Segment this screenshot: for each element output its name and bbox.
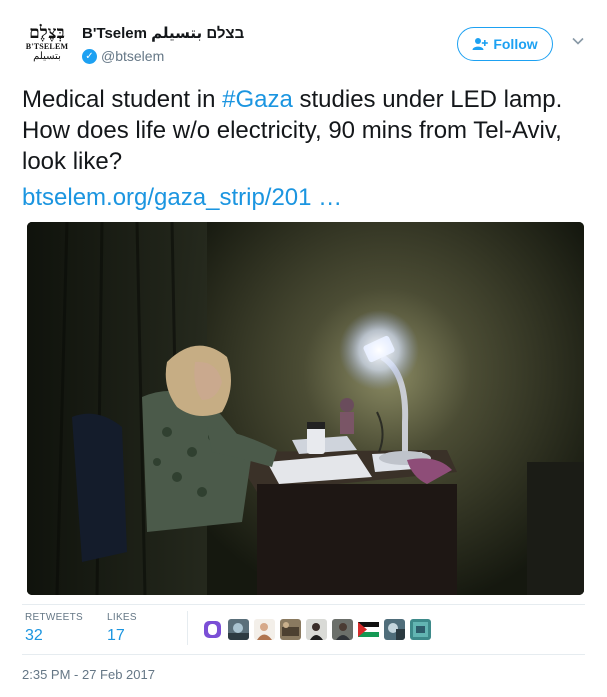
liker-avatar[interactable] — [410, 619, 431, 640]
follow-label: Follow — [493, 36, 538, 52]
divider-bottom — [22, 654, 585, 655]
display-name[interactable]: B'Tselem בצלם بتسيلم — [82, 24, 244, 42]
avatar-arabic-text: بتسيلم — [33, 50, 61, 62]
divider-top — [22, 604, 585, 605]
tweet-card: בְּצֶלֶם B'TSELEM بتسيلم B'Tselem בצלם ب… — [0, 0, 607, 697]
likes-stat[interactable]: LIKES 17 — [107, 612, 137, 645]
follow-button[interactable]: Follow — [457, 27, 553, 61]
likes-label: LIKES — [107, 612, 137, 623]
liker-avatar[interactable] — [280, 619, 301, 640]
liker-avatar[interactable] — [254, 619, 275, 640]
handle-row[interactable]: ✓ @btselem — [82, 48, 164, 64]
liker-avatar[interactable] — [384, 619, 405, 640]
handle: @btselem — [101, 48, 165, 64]
avatar-hebrew-text: בְּצֶלֶם — [29, 22, 65, 43]
avatar-english-text: B'TSELEM — [25, 41, 69, 51]
liker-avatar[interactable] — [306, 619, 327, 640]
chevron-down-icon[interactable] — [570, 34, 586, 50]
verified-badge-icon: ✓ — [82, 48, 97, 64]
photo-image — [27, 222, 584, 595]
likers-avatars — [202, 619, 431, 640]
liker-avatar[interactable] — [228, 619, 249, 640]
tweet-text: Medical student in #Gaza studies under L… — [22, 84, 582, 213]
liker-avatar[interactable] — [332, 619, 353, 640]
retweets-count: 32 — [25, 627, 43, 644]
liker-avatar[interactable] — [202, 619, 223, 640]
liker-avatar[interactable] — [358, 619, 379, 640]
retweets-stat[interactable]: RETWEETS 32 — [25, 612, 83, 645]
stats-separator — [187, 611, 188, 645]
url-link[interactable]: btselem.org/gaza_strip/201 … — [22, 182, 582, 213]
add-person-icon — [472, 37, 489, 51]
hashtag-link[interactable]: #Gaza — [222, 86, 293, 113]
timestamp[interactable]: 2:35 PM - 27 Feb 2017 — [22, 667, 155, 682]
avatar[interactable]: בְּצֶלֶם B'TSELEM بتسيلم — [22, 18, 72, 68]
tweet-text-start: Medical student in — [22, 86, 223, 113]
likes-count: 17 — [107, 627, 125, 644]
retweets-label: RETWEETS — [25, 612, 83, 623]
tweet-photo[interactable] — [27, 222, 584, 595]
